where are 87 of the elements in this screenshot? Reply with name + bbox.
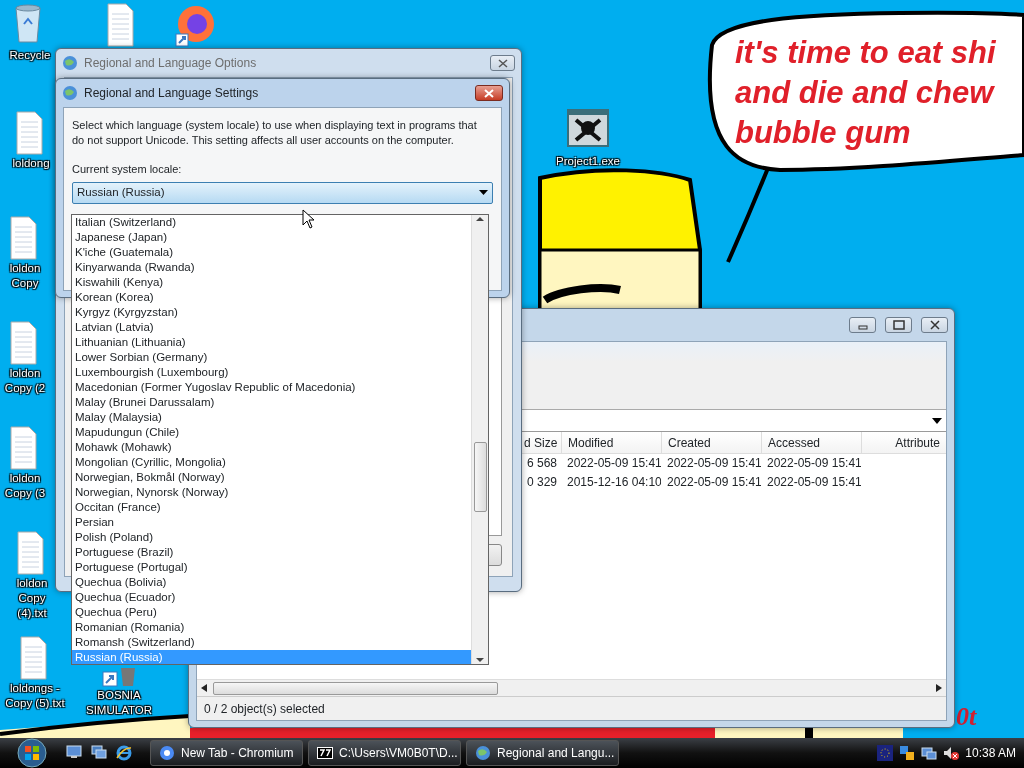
list-option[interactable]: Kinyarwanda (Rwanda) — [72, 260, 471, 275]
list-option[interactable]: Occitan (France) — [72, 500, 471, 515]
flag-icon[interactable] — [877, 745, 894, 761]
column-header[interactable]: d Size — [524, 432, 561, 453]
table-cell-text: 2015-12-16 04:10 — [566, 474, 661, 491]
list-option[interactable]: Korean (Korea) — [72, 290, 471, 305]
column-header[interactable]: Accessed — [761, 432, 861, 453]
scroll-down-icon[interactable] — [476, 656, 484, 664]
list-option[interactable]: Romansh (Switzerland) — [72, 635, 471, 650]
close-button[interactable] — [921, 317, 948, 333]
list-option[interactable]: Quechua (Ecuador) — [72, 590, 471, 605]
list-option[interactable]: Malay (Brunei Darussalam) — [72, 395, 471, 410]
network-icon[interactable] — [921, 745, 938, 761]
list-option[interactable]: Lower Sorbian (Germany) — [72, 350, 471, 365]
clock[interactable]: 10:38 AM — [965, 744, 1016, 762]
globe-icon — [475, 745, 491, 761]
bubble-text: it's time to eat shi — [735, 34, 996, 72]
list-option[interactable]: Kiswahili (Kenya) — [72, 275, 471, 290]
list-option[interactable]: Kyrgyz (Kyrgyzstan) — [72, 305, 471, 320]
dropdown-arrow-icon — [479, 190, 488, 195]
minimize-button[interactable] — [849, 317, 876, 333]
list-option[interactable]: Luxembourgish (Luxembourg) — [72, 365, 471, 380]
field-label: Current system locale: — [72, 162, 183, 177]
list-option[interactable]: Quechua (Bolivia) — [72, 575, 471, 590]
maximize-button[interactable] — [885, 317, 912, 333]
scroll-up-icon[interactable] — [476, 215, 484, 223]
column-header[interactable]: Attribute — [861, 432, 946, 453]
list-option[interactable]: Romanian (Romania) — [72, 620, 471, 635]
muted-speaker-icon[interactable] — [943, 745, 960, 761]
table-cell-text: 2022-05-09 15:41 — [766, 455, 861, 472]
list-option[interactable]: Mapudungun (Chile) — [72, 425, 471, 440]
browser-icon — [159, 745, 175, 761]
table-cell-text: 2022-05-09 15:41 — [666, 455, 761, 472]
window-switch-icon[interactable] — [91, 745, 107, 759]
list-option[interactable]: Norwegian, Bokmål (Norway) — [72, 470, 471, 485]
list-option[interactable]: Polish (Poland) — [72, 530, 471, 545]
scroll-left-icon[interactable] — [201, 684, 207, 692]
list-option[interactable]: Latvian (Latvia) — [72, 320, 471, 335]
bubble-text: bubble gum — [735, 114, 911, 152]
scroll-thumb[interactable] — [213, 681, 498, 695]
close-icon — [484, 88, 494, 98]
list-option[interactable]: Norwegian, Nynorsk (Norway) — [72, 485, 471, 500]
dropdown-arrow-icon[interactable] — [932, 417, 942, 424]
tray-app-icon[interactable] — [899, 745, 916, 761]
column-header[interactable]: Created — [661, 432, 761, 453]
list-option[interactable]: Portuguese (Portugal) — [72, 560, 471, 575]
dialog-title: Regional and Language Settings — [84, 85, 259, 102]
globe-icon — [62, 55, 78, 71]
globe-icon — [62, 85, 78, 101]
bubble-text: and die and chew — [735, 74, 994, 112]
locale-dropdown[interactable]: Russian (Russia) — [72, 181, 493, 204]
maximize-icon — [892, 320, 905, 330]
close-icon — [928, 320, 941, 330]
scroll-right-icon[interactable] — [936, 684, 942, 692]
table-cell-text: 6 568 — [525, 455, 558, 472]
list-option[interactable]: Quechua (Peru) — [72, 605, 471, 620]
description-text: Select which language (system locale) to use when displaying text in programs that do not support Unicode. This setting affects all user accounts on the computer. — [72, 118, 478, 148]
close-icon — [497, 58, 508, 68]
list-option[interactable]: Lithuanian (Lithuania) — [72, 335, 471, 350]
list-option[interactable]: Italian (Switzerland) — [72, 215, 471, 230]
window-title: Regional and Language Options — [84, 55, 257, 72]
list-option[interactable]: Japanese (Japan) — [72, 230, 471, 245]
table-cell-text: 2022-05-09 15:41 — [666, 474, 761, 491]
browser-icon[interactable] — [116, 745, 132, 761]
taskbar-button[interactable]: Regional and Langu... — [466, 740, 619, 766]
status-text: 0 / 2 object(s) selected — [204, 700, 325, 718]
wallpaper-text: 0t — [956, 702, 977, 732]
vertical-scrollbar[interactable] — [471, 215, 488, 664]
table-cell-text: 0 329 — [525, 474, 558, 491]
list-option[interactable]: K'iche (Guatemala) — [72, 245, 471, 260]
list-option[interactable]: Mohawk (Mohawk) — [72, 440, 471, 455]
close-button[interactable] — [490, 55, 515, 71]
close-button[interactable] — [475, 85, 503, 101]
table-cell-text: 2022-05-09 15:41 — [566, 455, 661, 472]
scroll-thumb[interactable] — [473, 442, 487, 512]
column-header[interactable]: Modified — [561, 432, 661, 453]
taskbar-button[interactable]: New Tab - Chromium — [150, 740, 303, 766]
list-option[interactable]: Mongolian (Cyrillic, Mongolia) — [72, 455, 471, 470]
list-option[interactable]: Malay (Malaysia) — [72, 410, 471, 425]
list-option[interactable]: Portuguese (Brazil) — [72, 545, 471, 560]
desktop-icon[interactable] — [66, 745, 82, 759]
archive-icon — [317, 745, 333, 761]
list-option[interactable]: Persian — [72, 515, 471, 530]
table-cell-text: 2022-05-09 15:41 — [766, 474, 861, 491]
list-option[interactable]: Macedonian (Former Yugoslav Republic of Macedonia) — [72, 380, 471, 395]
horizontal-scrollbar[interactable] — [197, 679, 946, 696]
taskbar-button[interactable]: C:\Users\VM0B0T\D... — [308, 740, 461, 766]
